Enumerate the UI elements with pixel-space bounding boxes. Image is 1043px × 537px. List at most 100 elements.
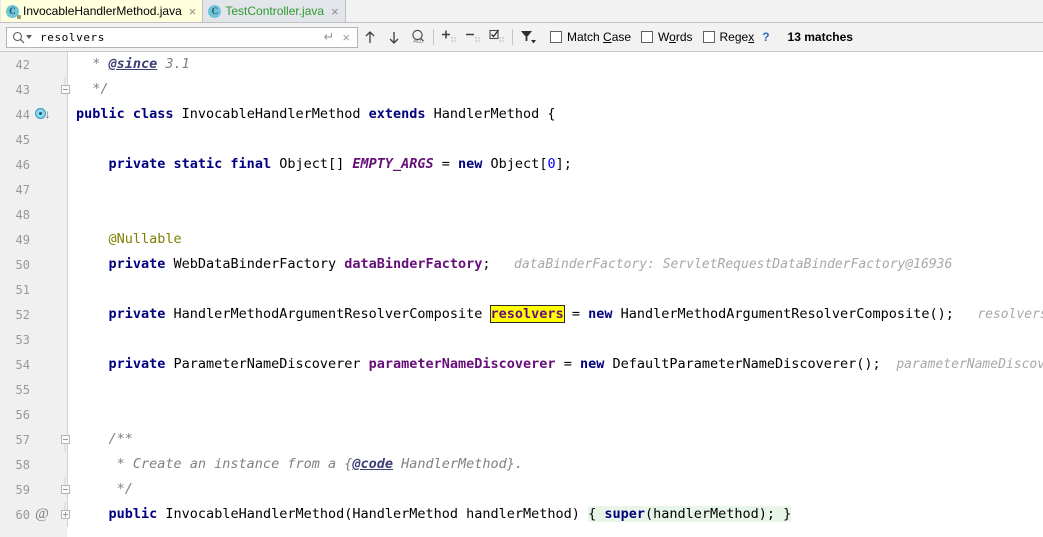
line-number: 56	[15, 407, 30, 422]
checkbox-box[interactable]	[702, 31, 715, 43]
line-number: 42	[15, 57, 30, 72]
search-enter-icon[interactable]: ↵	[320, 29, 339, 45]
gutter-row[interactable]: 45	[0, 127, 68, 152]
gutter-row[interactable]: 53	[0, 327, 68, 352]
code-token: new	[579, 356, 613, 372]
code-line[interactable]	[67, 377, 1043, 402]
gutter-row[interactable]: 60 @	[0, 502, 70, 527]
line-number: 53	[15, 332, 30, 347]
code-editor[interactable]: 42 43 44 ↓ 45 46 47 48 49 50 51 52 53 54 55 56 57 58 59 60 @…	[0, 52, 1043, 537]
code-line[interactable]: public class InvocableHandlerMethod exte…	[67, 102, 1043, 127]
code-line[interactable]	[67, 177, 1043, 202]
line-number: 54	[15, 357, 30, 372]
code-token: resolvers:	[977, 307, 1043, 322]
search-input[interactable]: resolvers ↵ ×	[6, 26, 358, 48]
code-token: super	[604, 506, 645, 522]
ide-editor-window: C InvocableHandlerMethod.java × C TestCo…	[0, 0, 1043, 537]
code-token: */	[76, 81, 109, 97]
remove-line-icon[interactable]	[461, 26, 485, 48]
code-line[interactable]: public InvocableHandlerMethod(HandlerMet…	[67, 502, 1043, 527]
close-icon[interactable]: ×	[186, 5, 197, 18]
gutter-row[interactable]: 47	[0, 177, 68, 202]
code-token: HandlerMethod {	[433, 106, 556, 122]
line-number: 60	[15, 507, 30, 522]
regex-checkbox[interactable]: Regex	[702, 30, 754, 44]
code-token: parameterNameDiscove	[880, 357, 1043, 372]
code-token: @since	[108, 56, 158, 72]
search-clear-icon[interactable]: ×	[338, 30, 354, 45]
code-token: new	[588, 306, 621, 322]
code-line[interactable]: private WebDataBinderFactory dataBinderF…	[67, 252, 1043, 277]
code-line[interactable]: /**	[67, 427, 1043, 452]
code-token: * Create an instance from a	[76, 456, 345, 472]
gutter-row[interactable]: 49	[0, 227, 68, 252]
gutter-row[interactable]: 55	[0, 377, 68, 402]
gutter-row[interactable]: 59	[0, 477, 70, 502]
code-line[interactable]: private HandlerMethodArgumentResolverCom…	[67, 302, 1043, 327]
editor-tab-testcontroller[interactable]: C TestController.java ×	[203, 0, 346, 22]
gutter-row[interactable]: 46	[0, 152, 68, 177]
gutter-row[interactable]: 58	[0, 452, 68, 477]
code-token: Object[	[490, 156, 548, 172]
code-line[interactable]: private ParameterNameDiscoverer paramete…	[67, 352, 1043, 377]
next-occurrence-icon[interactable]	[382, 26, 406, 48]
code-token: 0	[547, 156, 556, 172]
line-number: 49	[15, 232, 30, 247]
previous-occurrence-icon[interactable]	[358, 26, 382, 48]
code-line[interactable]: * Create an instance from a {@code Handl…	[67, 452, 1043, 477]
toggle-line-icon[interactable]	[485, 26, 509, 48]
code-line[interactable]: */	[67, 477, 1043, 502]
editor-tab-label: TestController.java	[225, 4, 325, 18]
match-case-checkbox[interactable]: Match Case	[550, 30, 631, 44]
code-token: parameterNameDiscoverer	[368, 356, 556, 372]
java-class-icon-letter: C	[211, 6, 219, 16]
checkbox-box[interactable]	[641, 31, 654, 43]
gutter-row[interactable]: 50	[0, 252, 68, 277]
overridden-method-icon[interactable]: ↓	[32, 102, 52, 127]
code-token: */	[76, 481, 133, 497]
gutter-row[interactable]: 51	[0, 277, 68, 302]
gutter-row[interactable]: 42	[0, 52, 68, 77]
code-token: private	[108, 306, 174, 322]
gutter-row[interactable]: 48	[0, 202, 68, 227]
code-line[interactable]: private static final Object[] EMPTY_ARGS…	[67, 152, 1043, 177]
code-token: @Nullable	[108, 231, 182, 247]
search-icon[interactable]	[10, 31, 34, 44]
code-token: InvocableHandlerMethod(HandlerMethod han…	[165, 506, 589, 522]
gutter-row[interactable]: 43	[0, 77, 70, 102]
annotation-at-icon[interactable]: @	[32, 502, 52, 527]
gutter-row[interactable]: 56	[0, 402, 68, 427]
checkbox-box[interactable]	[550, 31, 562, 43]
code-line[interactable]	[67, 202, 1043, 227]
code-token: new	[458, 156, 491, 172]
code-line[interactable]: * @since 3.1	[67, 52, 1043, 77]
code-line[interactable]: @Nullable	[67, 227, 1043, 252]
code-token: (handlerMethod); }	[644, 506, 792, 522]
code-line[interactable]	[67, 277, 1043, 302]
code-line[interactable]: */	[67, 77, 1043, 102]
gutter-row[interactable]: 52	[0, 302, 68, 327]
code-token: =	[563, 306, 589, 322]
close-icon[interactable]: ×	[328, 5, 339, 18]
gutter-row[interactable]: 57	[0, 427, 70, 452]
code-content[interactable]: * @since 3.1 */ public class InvocableHan…	[67, 52, 1043, 537]
line-number: 59	[15, 482, 30, 497]
editor-tab-invocablehandlermethod[interactable]: C InvocableHandlerMethod.java ×	[0, 0, 204, 22]
editor-tab-label: InvocableHandlerMethod.java	[23, 4, 182, 18]
words-checkbox[interactable]: Words	[641, 30, 693, 44]
search-input-value[interactable]: resolvers	[34, 31, 320, 44]
code-line[interactable]	[67, 127, 1043, 152]
gutter-row[interactable]: 54	[0, 352, 68, 377]
code-token: DefaultParameterNameDiscoverer();	[612, 356, 881, 372]
code-token: @code	[352, 456, 393, 472]
code-line[interactable]	[67, 402, 1043, 427]
filter-icon[interactable]	[516, 26, 540, 48]
select-all-occurrences-icon[interactable]: ALL	[406, 26, 430, 48]
regex-help-icon[interactable]: ?	[762, 30, 769, 44]
add-line-icon[interactable]	[437, 26, 461, 48]
gutter-row[interactable]: 44 ↓	[0, 102, 68, 127]
code-line[interactable]	[67, 327, 1043, 352]
match-count-label: 13 matches	[787, 30, 853, 44]
